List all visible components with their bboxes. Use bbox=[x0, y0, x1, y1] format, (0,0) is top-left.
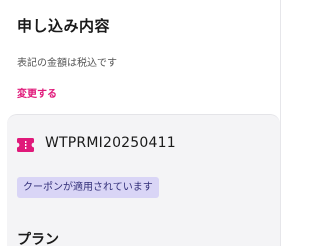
change-link[interactable]: 変更する bbox=[17, 85, 57, 100]
page-title: 申し込み内容 bbox=[17, 17, 111, 35]
coupon-section: WTPRMI20250411 クーポンが適用されています プラン bbox=[7, 114, 280, 246]
coupon-applied-badge: クーポンが適用されています bbox=[17, 177, 159, 198]
panel-divider bbox=[280, 0, 281, 246]
ticket-icon bbox=[17, 138, 34, 152]
coupon-code: WTPRMI20250411 bbox=[45, 135, 176, 151]
plan-heading: プラン bbox=[17, 232, 59, 246]
order-summary-panel: 申し込み内容 表記の金額は税込です 変更する WTPRMI20250411 クー… bbox=[0, 0, 287, 246]
tax-note: 表記の金額は税込です bbox=[17, 58, 117, 69]
